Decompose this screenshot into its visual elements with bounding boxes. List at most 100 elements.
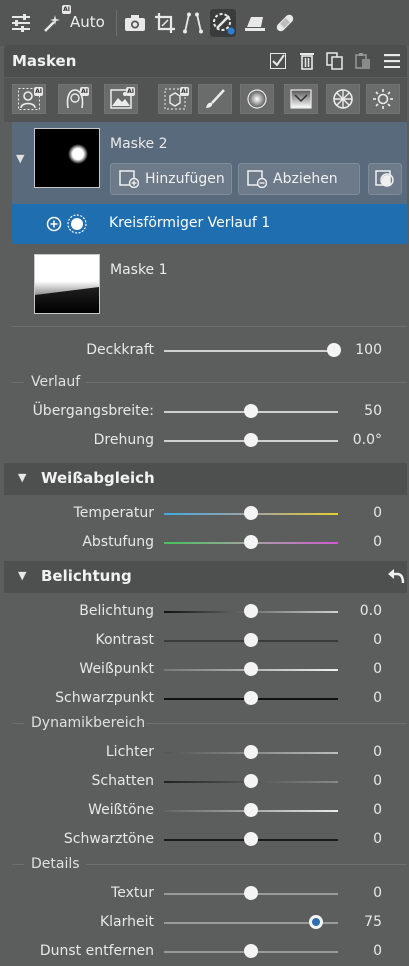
sliders-icon[interactable] [8, 9, 34, 37]
collapse-triangle-icon[interactable]: ▼ [18, 569, 26, 582]
blackpoint-value[interactable]: 0 [373, 690, 382, 706]
menu-icon[interactable] [380, 49, 404, 73]
trash-icon[interactable] [295, 49, 319, 73]
details-group-label: Details [31, 856, 80, 872]
exposure-slider-row: Belichtung 0.0 [0, 599, 409, 625]
reset-undo-icon[interactable] [386, 566, 406, 590]
contrast-value[interactable]: 0 [373, 632, 382, 648]
whitepoint-value[interactable]: 0 [373, 661, 382, 677]
exposure-knob[interactable] [244, 604, 258, 618]
add-circle-icon[interactable] [46, 216, 62, 236]
clarity-knob[interactable] [309, 915, 324, 929]
texture-knob[interactable] [244, 886, 258, 900]
people-mask-button[interactable]: AI [58, 84, 92, 114]
feather-knob[interactable] [244, 404, 258, 418]
perspective-icon[interactable] [180, 9, 206, 37]
eraser-icon[interactable] [242, 9, 268, 37]
lights-value[interactable]: 0 [373, 744, 382, 760]
ai-badge: AI [34, 87, 43, 96]
clarity-slider-row: Klarheit 75 [0, 910, 409, 936]
ai-badge: AI [80, 87, 89, 96]
rotation-value[interactable]: 0.0° [353, 432, 382, 448]
whites-knob[interactable] [244, 803, 258, 817]
color-mask-button[interactable] [326, 84, 360, 114]
mask-1-thumbnail[interactable] [34, 254, 100, 314]
white-balance-section-header[interactable]: ▼ Weißabgleich [4, 463, 407, 495]
bandage-icon[interactable] [272, 9, 298, 37]
blacks-knob[interactable] [244, 832, 258, 846]
radial-gradient-icon [66, 213, 88, 239]
tint-slider-row: Abstufung 0 [0, 530, 409, 556]
object-mask-button[interactable]: AI [158, 84, 192, 114]
mask-item-2[interactable]: ▼ Maske 2 Hinzufügen Abziehen [12, 122, 407, 204]
subtract-from-mask-button[interactable]: Abziehen [238, 163, 360, 195]
shadows-knob[interactable] [244, 774, 258, 788]
exposure-value[interactable]: 0.0 [360, 603, 382, 619]
divider [146, 723, 407, 724]
brush-mask-button[interactable] [198, 84, 232, 114]
whites-slider-row: Weißtöne 0 [0, 798, 409, 824]
dehaze-value[interactable]: 0 [373, 943, 382, 959]
feather-value[interactable]: 50 [364, 403, 382, 419]
texture-value[interactable]: 0 [373, 885, 382, 901]
paste-icon[interactable] [351, 49, 375, 73]
mask-tools-row: AI AI AI AI [4, 78, 407, 122]
linear-gradient-button[interactable] [284, 84, 318, 114]
blackpoint-knob[interactable] [244, 691, 258, 705]
radial-gradient-button[interactable] [240, 84, 274, 114]
clarity-value[interactable]: 75 [364, 914, 382, 930]
texture-slider-row: Textur 0 [0, 881, 409, 907]
temperature-knob[interactable] [244, 506, 258, 520]
subject-mask-button[interactable]: AI [12, 84, 46, 114]
tint-knob[interactable] [244, 535, 258, 549]
whitepoint-knob[interactable] [244, 662, 258, 676]
divider [12, 723, 24, 724]
radial-gradient-name: Kreisförmiger Verlauf 1 [109, 215, 271, 231]
camera-icon[interactable] [122, 9, 148, 37]
divider [12, 326, 407, 327]
opacity-track[interactable] [164, 350, 334, 352]
add-mask-icon [119, 170, 139, 188]
shadows-value[interactable]: 0 [373, 773, 382, 789]
dehaze-label: Dunst entfernen [39, 943, 154, 959]
opacity-knob[interactable] [327, 343, 341, 357]
intersect-mask-button[interactable] [368, 163, 402, 195]
shadows-label: Schatten [91, 773, 154, 789]
mask-2-thumbnail[interactable] [34, 128, 100, 188]
masks-panel-header: Masken [4, 45, 407, 77]
feather-label: Übergangsbreite: [32, 403, 154, 419]
checkmark-icon[interactable] [266, 49, 290, 73]
crop-icon[interactable] [152, 9, 178, 37]
exposure-section-header[interactable]: ▼ Belichtung [4, 561, 407, 593]
copy-icon[interactable] [323, 49, 347, 73]
sun-sparkle-icon [373, 89, 393, 109]
tint-value[interactable]: 0 [373, 534, 382, 550]
clarity-label: Klarheit [99, 914, 154, 930]
top-toolbar: AI Auto [0, 0, 409, 46]
luminance-mask-button[interactable] [366, 84, 400, 114]
blackpoint-label: Schwarzpunkt [55, 690, 154, 706]
contrast-knob[interactable] [244, 633, 258, 647]
white-balance-title: Weißabgleich [41, 469, 155, 487]
lights-knob[interactable] [244, 745, 258, 759]
exposure-label: Belichtung [79, 603, 154, 619]
contrast-label: Kontrast [95, 632, 154, 648]
add-to-mask-button[interactable]: Hinzufügen [110, 163, 232, 195]
whites-value[interactable]: 0 [373, 802, 382, 818]
mask-item-1[interactable]: Maske 1 [12, 244, 407, 326]
masks-panel-title: Masken [12, 52, 77, 70]
auto-button[interactable]: Auto [70, 13, 105, 31]
rotation-knob[interactable] [244, 433, 258, 447]
expand-triangle-icon[interactable]: ▼ [16, 152, 24, 165]
blacks-value[interactable]: 0 [373, 831, 382, 847]
temperature-value[interactable]: 0 [373, 505, 382, 521]
mask-brush-icon[interactable] [210, 9, 236, 37]
blacks-slider-row: Schwarztöne 0 [0, 827, 409, 853]
sky-mask-button[interactable]: AI [104, 84, 138, 114]
dehaze-knob[interactable] [244, 944, 258, 958]
radial-gradient-item[interactable]: Kreisförmiger Verlauf 1 [12, 204, 407, 244]
blacks-label: Schwarztöne [63, 831, 154, 847]
opacity-value[interactable]: 100 [355, 342, 382, 358]
magic-wand-icon[interactable]: AI [40, 5, 71, 37]
collapse-triangle-icon[interactable]: ▼ [18, 471, 26, 484]
